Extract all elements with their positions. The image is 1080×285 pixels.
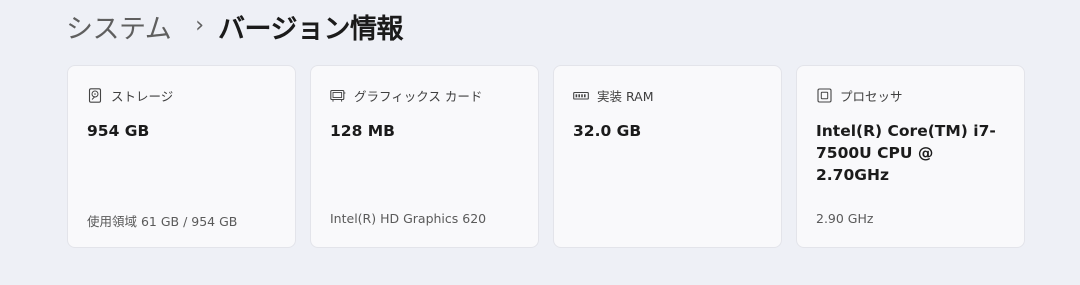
card-header: グラフィックス カード bbox=[330, 86, 482, 105]
page-title: バージョン情報 bbox=[218, 13, 403, 45]
spec-cards: ストレージ 954 GB 使用領域 61 GB / 954 GB グラフィックス… bbox=[67, 65, 1025, 248]
graphics-memory-value: 128 MB bbox=[330, 122, 395, 140]
breadcrumb-system-link[interactable]: システム bbox=[66, 7, 172, 46]
graphics-adapter-name: Intel(R) HD Graphics 620 bbox=[330, 211, 487, 226]
card-header: ストレージ bbox=[87, 86, 173, 105]
chevron-right-icon: › bbox=[195, 13, 205, 38]
ram-card: 実装 RAM 32.0 GB bbox=[553, 65, 782, 248]
graphics-card: グラフィックス カード 128 MB Intel(R) HD Graphics … bbox=[310, 65, 539, 248]
processor-name: Intel(R) Core(TM) i7-7500U CPU @ 2.70GHz bbox=[816, 122, 996, 184]
processor-card: プロセッサ Intel(R) Core(TM) i7-7500U CPU @ 2… bbox=[796, 65, 1025, 248]
storage-label: ストレージ bbox=[111, 89, 174, 104]
storage-card: ストレージ 954 GB 使用領域 61 GB / 954 GB bbox=[67, 65, 296, 248]
graphics-card-label: グラフィックス カード bbox=[354, 89, 483, 104]
processor-speed: 2.90 GHz bbox=[816, 211, 874, 226]
storage-value: 954 GB bbox=[87, 122, 150, 140]
processor-label: プロセッサ bbox=[840, 89, 903, 104]
card-header: 実装 RAM bbox=[573, 86, 654, 105]
ram-label: 実装 RAM bbox=[597, 89, 654, 104]
storage-used: 使用領域 61 GB / 954 GB bbox=[87, 214, 238, 229]
card-header: プロセッサ bbox=[816, 86, 903, 105]
storage-drive-icon bbox=[87, 88, 103, 104]
breadcrumb: システム › バージョン情報 bbox=[66, 4, 403, 48]
ram-value: 32.0 GB bbox=[573, 122, 642, 140]
memory-ram-icon bbox=[573, 88, 589, 104]
graphics-card-icon bbox=[330, 88, 346, 104]
processor-chip-icon bbox=[816, 88, 832, 104]
